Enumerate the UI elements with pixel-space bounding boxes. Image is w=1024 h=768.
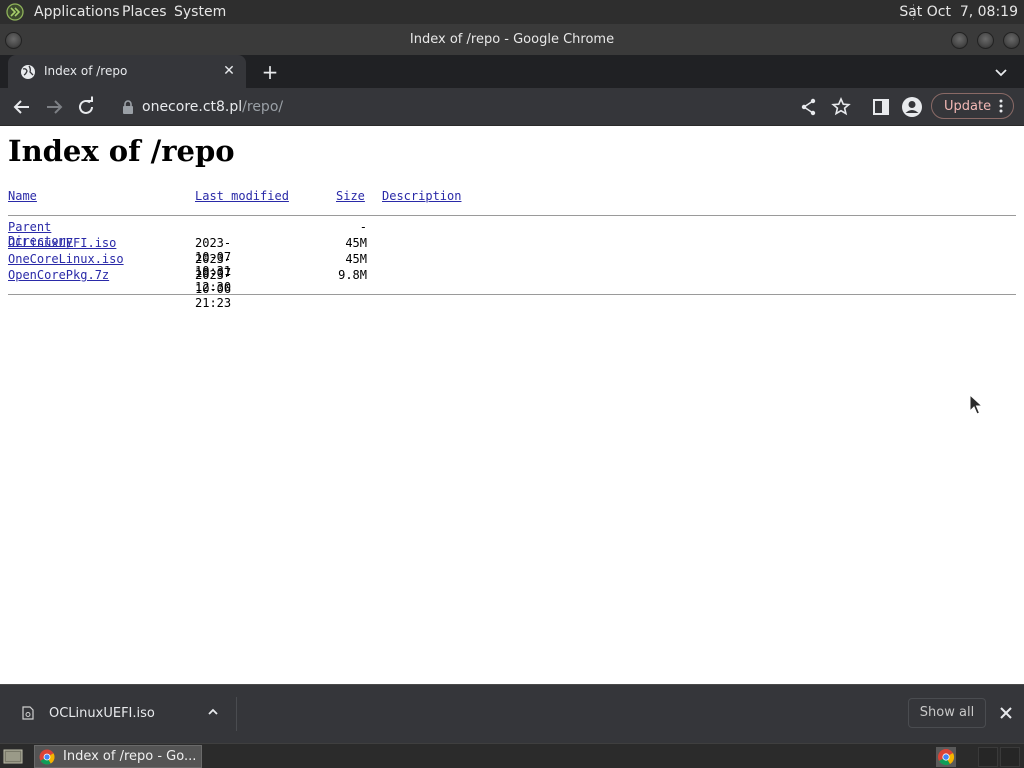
star-icon bbox=[831, 97, 851, 116]
side-panel-icon bbox=[873, 99, 889, 115]
bottom-taskbar: Index of /repo - Go... bbox=[0, 743, 1024, 768]
header-divider bbox=[8, 215, 1016, 216]
file-icon bbox=[22, 706, 34, 720]
url-path: /repo/ bbox=[242, 99, 284, 115]
globe-icon bbox=[21, 65, 35, 79]
workspace-switcher-2[interactable] bbox=[1000, 747, 1020, 767]
new-tab-button[interactable]: + bbox=[258, 60, 282, 84]
tab-title: Index of /repo bbox=[44, 64, 128, 78]
forward-button[interactable] bbox=[42, 95, 66, 119]
lock-icon[interactable] bbox=[122, 100, 134, 114]
close-icon[interactable] bbox=[998, 705, 1014, 721]
file-link[interactable]: OCLinuxUEFI.iso bbox=[8, 236, 116, 250]
profile-button[interactable] bbox=[900, 95, 924, 119]
file-modified: 2023-10-06 21:23 bbox=[195, 268, 232, 310]
file-link[interactable]: OpenCorePkg.7z bbox=[8, 268, 109, 282]
update-button[interactable]: Update bbox=[931, 93, 1014, 119]
share-button[interactable] bbox=[797, 95, 821, 119]
reload-icon bbox=[79, 96, 93, 114]
show-all-button[interactable]: Show all bbox=[908, 698, 986, 728]
bookmark-button[interactable] bbox=[829, 95, 853, 119]
column-header-description[interactable]: Description bbox=[382, 189, 461, 203]
update-label: Update bbox=[944, 99, 992, 114]
file-size: 9.8M bbox=[338, 268, 367, 282]
window-titlebar[interactable]: Index of /repo - Google Chrome bbox=[0, 24, 1024, 55]
mate-menu-logo-icon[interactable] bbox=[6, 3, 24, 21]
download-shelf: OCLinuxUEFI.iso Show all bbox=[0, 684, 1024, 744]
chrome-icon bbox=[39, 749, 55, 765]
taskbar-chrome-window-button[interactable]: Index of /repo - Go... bbox=[34, 745, 202, 768]
more-vert-icon bbox=[999, 99, 1003, 113]
tab-search-chevron-down-icon[interactable] bbox=[990, 61, 1012, 83]
url-text[interactable]: onecore.ct8.pl/repo/ bbox=[142, 99, 283, 115]
tab-close-icon[interactable]: ✕ bbox=[220, 62, 238, 80]
tray-chrome-icon[interactable] bbox=[936, 747, 956, 767]
system-top-panel: Applications Places System Sat Oct 7, 08… bbox=[0, 0, 1024, 24]
file-size: 45M bbox=[345, 236, 367, 250]
panel-clock[interactable]: Sat Oct 7, 08:19 bbox=[899, 4, 1018, 20]
reload-button[interactable] bbox=[74, 95, 98, 119]
menu-applications[interactable]: Applications bbox=[34, 4, 120, 20]
footer-divider bbox=[8, 294, 1016, 295]
back-button[interactable] bbox=[10, 95, 34, 119]
window-title: Index of /repo - Google Chrome bbox=[409, 32, 615, 47]
file-link[interactable]: OneCoreLinux.iso bbox=[8, 252, 124, 266]
tab-strip: Index of /repo ✕ + bbox=[0, 55, 1024, 88]
file-size: - bbox=[359, 220, 367, 234]
arrow-right-icon bbox=[47, 100, 63, 114]
taskbar-window-label: Index of /repo - Go... bbox=[63, 749, 197, 764]
download-item[interactable]: OCLinuxUEFI.iso bbox=[10, 697, 237, 731]
column-header-last-modified[interactable]: Last modified bbox=[195, 189, 289, 203]
side-panel-button[interactable] bbox=[869, 95, 893, 119]
download-file-name: OCLinuxUEFI.iso bbox=[49, 706, 155, 721]
column-header-name[interactable]: Name bbox=[8, 189, 37, 203]
column-header-size[interactable]: Size bbox=[336, 189, 365, 203]
file-size: 45M bbox=[345, 252, 367, 266]
chevron-up-icon[interactable] bbox=[206, 705, 220, 719]
close-window-button[interactable] bbox=[1003, 32, 1020, 49]
page-heading: Index of /repo bbox=[8, 134, 235, 168]
arrow-left-icon bbox=[13, 100, 29, 114]
tab-index-of-repo[interactable]: Index of /repo ✕ bbox=[8, 55, 246, 88]
minimize-button[interactable] bbox=[951, 32, 968, 49]
url-host: onecore.ct8.pl bbox=[142, 99, 243, 115]
workspace-switcher-1[interactable] bbox=[978, 747, 998, 767]
mouse-pointer-icon bbox=[969, 394, 983, 415]
menu-places[interactable]: Places bbox=[122, 4, 167, 20]
browser-toolbar: onecore.ct8.pl/repo/ Update bbox=[0, 88, 1024, 126]
maximize-button[interactable] bbox=[977, 32, 994, 49]
share-icon bbox=[801, 98, 816, 116]
page-content: Index of /repo Name Last modified Size D… bbox=[0, 126, 1024, 684]
menu-system[interactable]: System bbox=[174, 4, 226, 20]
avatar-icon bbox=[902, 97, 922, 117]
address-bar[interactable]: onecore.ct8.pl/repo/ bbox=[112, 92, 862, 122]
chrome-icon bbox=[938, 749, 955, 766]
show-desktop-icon[interactable] bbox=[3, 748, 23, 765]
